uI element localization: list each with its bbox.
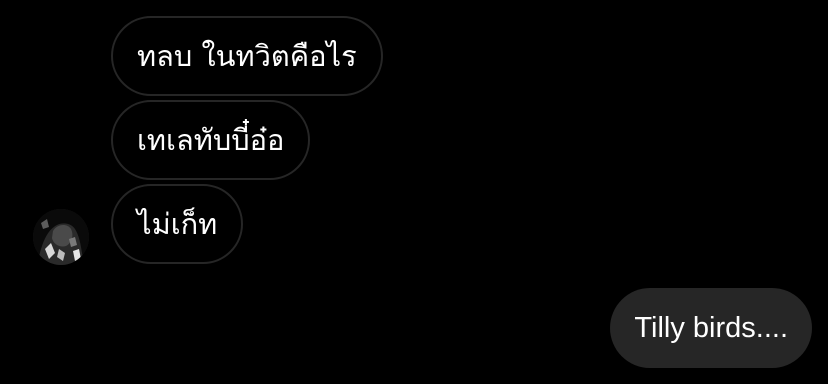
message-text: ไม่เก็ท — [137, 206, 218, 241]
message-text: Tilly birds.... — [634, 311, 788, 344]
received-message-bubble[interactable]: เทเลทับบี๋อ๋อ — [111, 100, 311, 180]
profile-photo-icon — [33, 209, 89, 265]
received-message-bubble[interactable]: ไม่เก็ท — [111, 184, 244, 264]
received-message-bubble[interactable]: ทลบ ในทวิตคือไร — [111, 16, 383, 96]
sent-message-bubble[interactable]: Tilly birds.... — [610, 288, 812, 368]
message-text: เทเลทับบี๋อ๋อ — [137, 122, 285, 157]
message-text: ทลบ ในทวิตคือไร — [137, 38, 357, 73]
sender-avatar[interactable] — [33, 209, 89, 265]
message-thread: ทลบ ในทวิตคือไร เทเลทับบี๋อ๋อ ไม่เก็ท Ti… — [0, 0, 828, 384]
